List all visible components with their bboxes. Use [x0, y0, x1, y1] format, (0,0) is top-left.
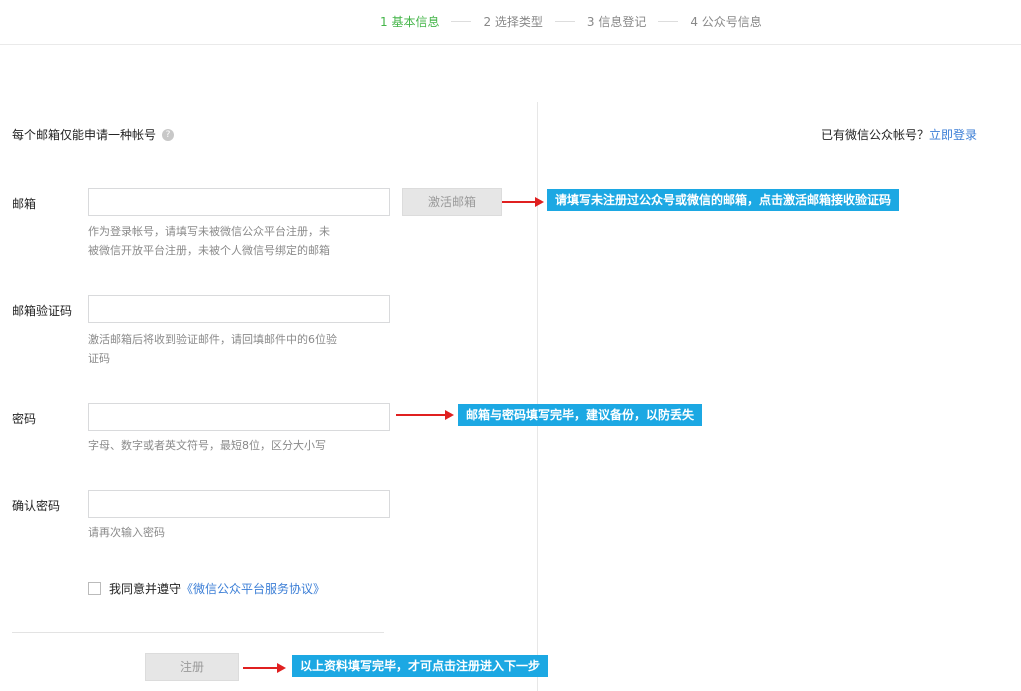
register-button[interactable]: 注册: [145, 653, 239, 681]
email-code-hint-line: 激活邮箱后将收到验证邮件，请回填邮件中的6位验: [88, 333, 337, 346]
step-account-info: 4 公众号信息: [690, 14, 762, 29]
agree-text: 我同意并遵守: [109, 582, 182, 596]
header-divider: [0, 44, 1021, 45]
arrow-icon: [396, 410, 454, 420]
email-code-hint-line: 证码: [88, 352, 110, 365]
email-hint: 作为登录帐号，请填写未被微信公众平台注册，未 被微信开放平台注册，未被个人微信号…: [88, 222, 388, 260]
form-divider: [12, 632, 384, 633]
step-progress: 1 基本信息 2 选择类型 3 信息登记 4 公众号信息: [380, 12, 762, 30]
step-separator: [451, 20, 472, 22]
password-hint: 字母、数字或者英文符号，最短8位，区分大小写: [88, 439, 326, 452]
arrow-icon: [243, 663, 286, 673]
activate-email-button[interactable]: 激活邮箱: [402, 188, 502, 216]
arrow-icon: [502, 197, 544, 207]
email-hint-line: 被微信开放平台注册，未被个人微信号绑定的邮箱: [88, 244, 330, 257]
help-icon[interactable]: ?: [162, 128, 175, 141]
step-separator: [658, 20, 679, 22]
password-input[interactable]: [88, 403, 390, 431]
email-code-input[interactable]: [88, 295, 390, 323]
confirm-password-hint: 请再次输入密码: [88, 526, 165, 539]
password-annotation: 邮箱与密码填写完毕，建议备份，以防丢失: [458, 404, 703, 426]
login-hint: 已有微信公众帐号？立即登录: [821, 126, 977, 143]
email-annotation: 请填写未注册过公众号或微信的邮箱，点击激活邮箱接收验证码: [547, 189, 900, 211]
step-info-register: 3 信息登记: [586, 14, 647, 29]
column-divider: [537, 102, 538, 691]
email-code-hint: 激活邮箱后将收到验证邮件，请回填邮件中的6位验 证码: [88, 330, 388, 368]
notice: 每个邮箱仅能申请一种帐号 ?: [12, 126, 175, 143]
login-prompt: 已有微信公众帐号？: [820, 128, 929, 142]
step-basic-info: 1 基本信息: [380, 14, 440, 29]
notice-text: 每个邮箱仅能申请一种帐号: [12, 128, 157, 142]
login-link[interactable]: 立即登录: [929, 128, 977, 142]
step-separator: [554, 20, 575, 22]
password-label: 密码: [12, 412, 37, 426]
agree-checkbox[interactable]: [88, 582, 101, 595]
email-input[interactable]: [88, 188, 390, 216]
email-label: 邮箱: [12, 197, 37, 211]
register-annotation: 以上资料填写完毕，才可点击注册进入下一步: [292, 655, 549, 677]
email-code-label: 邮箱验证码: [12, 304, 73, 318]
confirm-password-label: 确认密码: [12, 499, 61, 513]
agreement-link[interactable]: 《微信公众平台服务协议》: [181, 580, 325, 597]
email-hint-line: 作为登录帐号，请填写未被微信公众平台注册，未: [88, 225, 330, 238]
agreement-row: 我同意并遵守 《微信公众平台服务协议》: [88, 580, 325, 597]
step-select-type: 2 选择类型: [483, 14, 543, 29]
confirm-password-input[interactable]: [88, 490, 390, 518]
